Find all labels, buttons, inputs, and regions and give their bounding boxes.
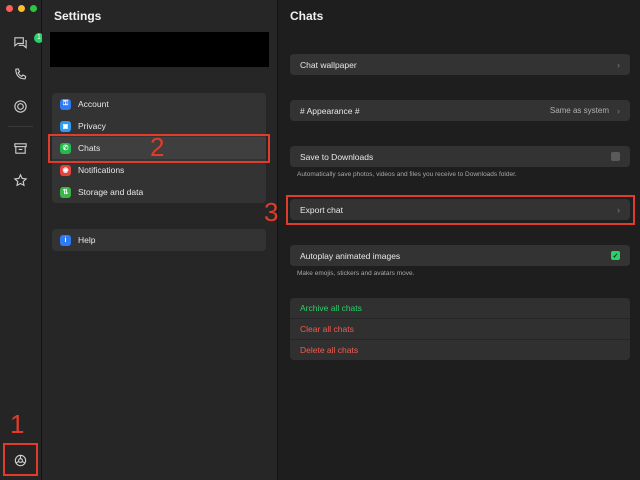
bell-icon: ◉ (60, 164, 71, 176)
calls-icon (13, 67, 28, 82)
rail-divider (8, 126, 33, 127)
save-to-downloads-description: Automatically save photos, videos and fi… (297, 171, 517, 178)
appearance-value: Same as system (549, 106, 609, 115)
profile-card[interactable] (50, 32, 269, 67)
close-window-button[interactable] (6, 5, 13, 12)
clear-all-chats-button[interactable]: Clear all chats (290, 319, 630, 340)
zoom-window-button[interactable] (30, 5, 37, 12)
starred-icon (13, 173, 28, 188)
chats-title: Chats (290, 9, 324, 23)
autoplay-label: Autoplay animated images (300, 250, 401, 261)
chat-actions-group: Archive all chats Clear all chats Delete… (290, 298, 630, 360)
settings-item-label: Privacy (78, 121, 106, 131)
chats-icon: 1 (13, 32, 44, 50)
key-icon: ⚿ (60, 98, 71, 110)
settings-title: Settings (54, 9, 102, 23)
help-menu: i Help (52, 229, 266, 251)
settings-item-label: Storage and data (78, 187, 144, 197)
save-to-downloads-checkbox[interactable] (611, 152, 620, 161)
chevron-right-icon: › (617, 105, 620, 116)
annotation-box-1 (3, 443, 38, 476)
delete-all-chats-button[interactable]: Delete all chats (290, 340, 630, 360)
archive-all-chats-button[interactable]: Archive all chats (290, 298, 630, 319)
chat-wallpaper-row[interactable]: Chat wallpaper › (290, 54, 630, 75)
save-to-downloads-row[interactable]: Save to Downloads (290, 146, 630, 167)
starred-nav-button[interactable] (0, 168, 41, 192)
appearance-row[interactable]: # Appearance # Same as system › (290, 100, 630, 121)
annotation-box-3 (286, 195, 635, 225)
annotation-number-2: 2 (150, 132, 165, 162)
autoplay-row[interactable]: Autoplay animated images ✓ (290, 245, 630, 266)
status-nav-button[interactable] (0, 94, 41, 118)
settings-item-storage[interactable]: ⇅ Storage and data (52, 181, 266, 203)
annotation-number-1: 1 (10, 409, 25, 439)
nav-rail: 1 (0, 0, 44, 480)
archive-icon (13, 141, 28, 156)
window-controls (6, 5, 37, 12)
info-icon: i (60, 234, 71, 246)
chat-wallpaper-label: Chat wallpaper (300, 59, 357, 70)
autoplay-description: Make emojis, stickers and avatars move. (297, 270, 415, 277)
chats-nav-button[interactable]: 1 (0, 30, 44, 54)
settings-item-help[interactable]: i Help (52, 229, 266, 251)
annotation-number-3: 3 (264, 197, 279, 227)
archived-nav-button[interactable] (0, 136, 41, 160)
settings-pane: Settings ⚿ Account ▣ Privacy ✆ Chats ◉ N… (42, 0, 278, 480)
autoplay-checkbox[interactable]: ✓ (611, 251, 620, 260)
status-icon (13, 99, 28, 114)
minimize-window-button[interactable] (18, 5, 25, 12)
settings-item-label: Account (78, 99, 109, 109)
appearance-label: # Appearance # (300, 105, 360, 116)
settings-item-label: Help (78, 235, 96, 245)
lock-icon: ▣ (60, 120, 71, 132)
chevron-right-icon: › (617, 59, 620, 70)
save-to-downloads-label: Save to Downloads (300, 151, 374, 162)
calls-nav-button[interactable] (0, 62, 41, 86)
settings-item-label: Notifications (78, 165, 125, 175)
storage-icon: ⇅ (60, 186, 71, 198)
settings-item-account[interactable]: ⚿ Account (52, 93, 266, 115)
